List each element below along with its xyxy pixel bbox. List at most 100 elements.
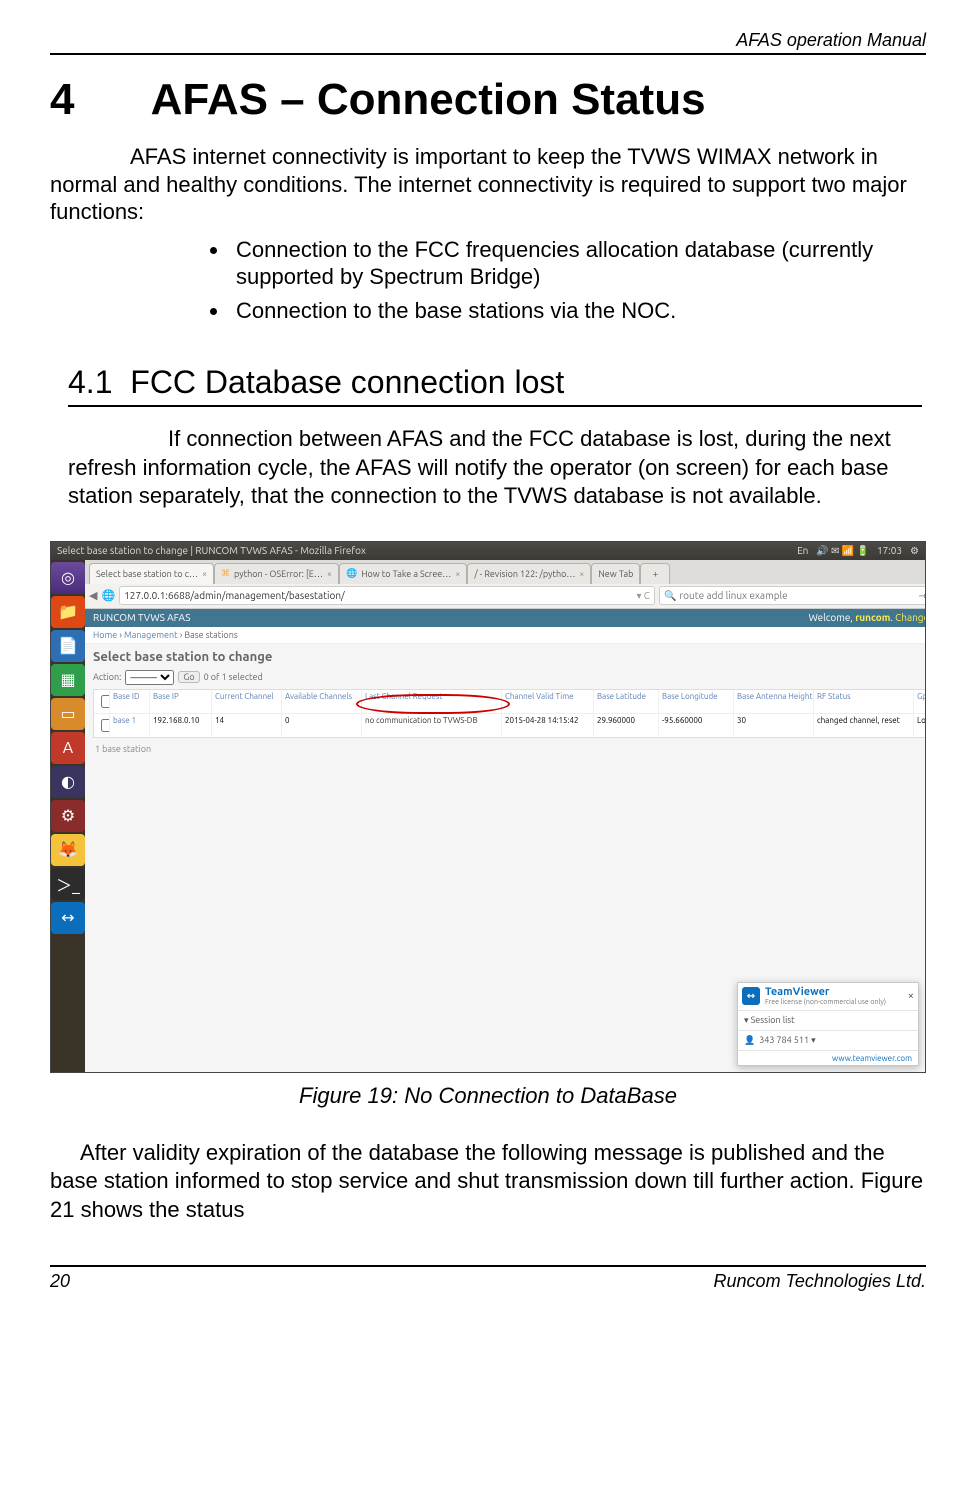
col-antenna-height[interactable]: Base Antenna Height bbox=[734, 690, 814, 713]
person-icon: 👤 bbox=[744, 1035, 755, 1046]
go-button[interactable]: Go bbox=[178, 671, 199, 683]
close-icon: × bbox=[202, 569, 207, 579]
gnome-topbar: Select base station to change | RUNCOM T… bbox=[51, 542, 925, 560]
cell-av: 0 bbox=[282, 714, 362, 737]
address-bar[interactable]: 127.0.0.1:6688/admin/management/basestat… bbox=[119, 586, 655, 605]
new-tab-button[interactable]: + bbox=[640, 563, 670, 584]
auth-links[interactable]: Change password / Log out bbox=[895, 612, 926, 623]
page-title: Select base station to change bbox=[93, 650, 272, 664]
cell-lo: -95.660000 bbox=[659, 714, 734, 737]
chapter-heading: 4 AFAS – Connection Status bbox=[50, 75, 926, 125]
col-current-channel[interactable]: Current Channel bbox=[212, 690, 282, 713]
col-id[interactable]: Base ID bbox=[110, 690, 150, 713]
cell-ch: 14 bbox=[212, 714, 282, 737]
row-checkbox[interactable] bbox=[101, 719, 110, 732]
lang-indicator[interactable]: En bbox=[797, 545, 808, 556]
bullet-1: Connection to the FCC frequencies alloca… bbox=[230, 236, 926, 291]
record-count: 1 base station bbox=[85, 740, 926, 758]
back-icon[interactable]: ◀ bbox=[89, 589, 97, 602]
col-longitude[interactable]: Base Longitude bbox=[659, 690, 734, 713]
globe-icon: 🌐 bbox=[101, 589, 115, 602]
browser-tab-4[interactable]: / - Revision 122: /pytho…× bbox=[467, 563, 591, 584]
launcher-calc-icon[interactable]: ▦ bbox=[51, 664, 85, 696]
select-all-checkbox[interactable] bbox=[101, 695, 110, 708]
breadcrumb: Home › Management › Base stations bbox=[85, 627, 926, 644]
cell-gp: Lock bbox=[914, 714, 926, 737]
col-valid-time[interactable]: Channel Valid Time bbox=[502, 690, 594, 713]
teamviewer-logo-icon: ↔ bbox=[742, 987, 760, 1005]
cell-ip: 192.168.0.10 bbox=[150, 714, 212, 737]
browser-tab-3[interactable]: 🌐How to Take a Scree…× bbox=[339, 563, 467, 584]
table-row: base 1 192.168.0.10 14 0 no communicatio… bbox=[94, 714, 926, 737]
django-brandbar: RUNCOM TVWS AFAS Welcome, runcom. Change… bbox=[85, 609, 926, 627]
search-bar[interactable]: 🔍route add linux example→ bbox=[659, 586, 926, 605]
crumb-management[interactable]: Management bbox=[124, 630, 178, 640]
launcher-dash-icon[interactable]: ◎ bbox=[51, 562, 85, 594]
teamviewer-session-dropdown[interactable]: ▾ Session list bbox=[744, 1015, 912, 1026]
header-rule bbox=[50, 53, 926, 55]
crumb-current: Base stations bbox=[184, 630, 237, 640]
col-latitude[interactable]: Base Latitude bbox=[594, 690, 659, 713]
teamviewer-title: TeamViewer bbox=[765, 987, 886, 998]
crumb-home[interactable]: Home bbox=[93, 630, 117, 640]
col-rf-status[interactable]: RF Status bbox=[814, 690, 914, 713]
unity-launcher: ◎ 📁 📄 ▦ ▭ A ◐ ⚙ 🦊 ＞_ ↔ bbox=[51, 560, 85, 1072]
teamviewer-link[interactable]: www.teamviewer.com bbox=[832, 1054, 912, 1063]
footer-company: Runcom Technologies Ltd. bbox=[714, 1271, 926, 1292]
teamviewer-subtitle: Free license (non-commercial use only) bbox=[765, 998, 886, 1006]
launcher-impress-icon[interactable]: ▭ bbox=[51, 698, 85, 730]
browser-tab-5[interactable]: New Tab bbox=[591, 563, 640, 584]
browser-navbar: ◀ 🌐 127.0.0.1:6688/admin/management/base… bbox=[85, 584, 926, 609]
section-body: If connection between AFAS and the FCC d… bbox=[68, 425, 922, 511]
intro-paragraph: AFAS internet connectivity is important … bbox=[50, 143, 926, 226]
launcher-firefox-icon[interactable]: 🦊 bbox=[51, 834, 85, 866]
teamviewer-window[interactable]: ↔ TeamViewer Free license (non-commercia… bbox=[737, 982, 919, 1066]
figure-screenshot: Select base station to change | RUNCOM T… bbox=[50, 541, 926, 1073]
launcher-software-icon[interactable]: A bbox=[51, 732, 85, 764]
clock[interactable]: 17:03 bbox=[877, 545, 902, 556]
basestation-table: Base ID Base IP Current Channel Availabl… bbox=[93, 689, 926, 738]
gear-icon[interactable]: ⚙ bbox=[910, 545, 919, 557]
close-icon[interactable]: × bbox=[908, 990, 914, 1002]
section-heading: 4.1 FCC Database connection lost bbox=[68, 364, 922, 401]
col-last-request[interactable]: Last Channel Request bbox=[362, 690, 502, 713]
search-icon: 🔍 bbox=[664, 590, 676, 602]
page-number: 20 bbox=[50, 1271, 70, 1292]
action-select[interactable]: ——— bbox=[125, 670, 174, 685]
paragraph-after-figure: After validity expiration of the databas… bbox=[50, 1139, 926, 1225]
cell-ht: 30 bbox=[734, 714, 814, 737]
col-ip[interactable]: Base IP bbox=[150, 690, 212, 713]
launcher-settings-icon[interactable]: ⚙ bbox=[51, 800, 85, 832]
col-available-channels[interactable]: Available Channels bbox=[282, 690, 362, 713]
python-icon: ⌘ bbox=[221, 568, 230, 579]
cell-vt: 2015-04-28 14:15:42 bbox=[502, 714, 594, 737]
bullet-2: Connection to the base stations via the … bbox=[230, 297, 926, 325]
user-link[interactable]: runcom bbox=[855, 612, 890, 623]
teamviewer-session-id[interactable]: 343 784 511 ▾ bbox=[759, 1035, 815, 1046]
chapter-title: AFAS – Connection Status bbox=[151, 75, 706, 124]
action-label: Action: bbox=[93, 672, 121, 682]
window-title: Select base station to change | RUNCOM T… bbox=[57, 545, 366, 556]
cell-lr: no communication to TVWS-DB bbox=[362, 714, 502, 737]
launcher-terminal-icon[interactable]: ＞_ bbox=[51, 868, 85, 900]
launcher-files-icon[interactable]: 📁 bbox=[51, 596, 85, 628]
intro-bullets: Connection to the FCC frequencies alloca… bbox=[50, 236, 926, 325]
chapter-number: 4 bbox=[50, 75, 140, 125]
globe-icon: 🌐 bbox=[346, 568, 357, 579]
col-gps-status[interactable]: Gps status bbox=[914, 690, 926, 713]
browser-tabstrip: Select base station to c…× ⌘python - OSE… bbox=[85, 560, 926, 584]
selection-count: 0 of 1 selected bbox=[204, 672, 263, 682]
launcher-writer-icon[interactable]: 📄 bbox=[51, 630, 85, 662]
cell-la: 29.960000 bbox=[594, 714, 659, 737]
launcher-eclipse-icon[interactable]: ◐ bbox=[51, 766, 85, 798]
app-brand: RUNCOM TVWS AFAS bbox=[93, 612, 190, 623]
cell-id[interactable]: base 1 bbox=[110, 714, 150, 737]
launcher-teamviewer-icon[interactable]: ↔ bbox=[51, 902, 85, 934]
section-title: FCC Database connection lost bbox=[130, 364, 564, 400]
figure-caption: Figure 19: No Connection to DataBase bbox=[50, 1083, 926, 1109]
cell-rf: changed channel, reset bbox=[814, 714, 914, 737]
browser-tab-1[interactable]: Select base station to c…× bbox=[89, 563, 214, 584]
browser-tab-2[interactable]: ⌘python - OSError: [E…× bbox=[214, 563, 339, 584]
add-base-station-button[interactable]: Add base station+ bbox=[925, 651, 926, 663]
system-tray-icons[interactable]: 🔊 ✉ 📶 🔋 bbox=[816, 545, 869, 557]
